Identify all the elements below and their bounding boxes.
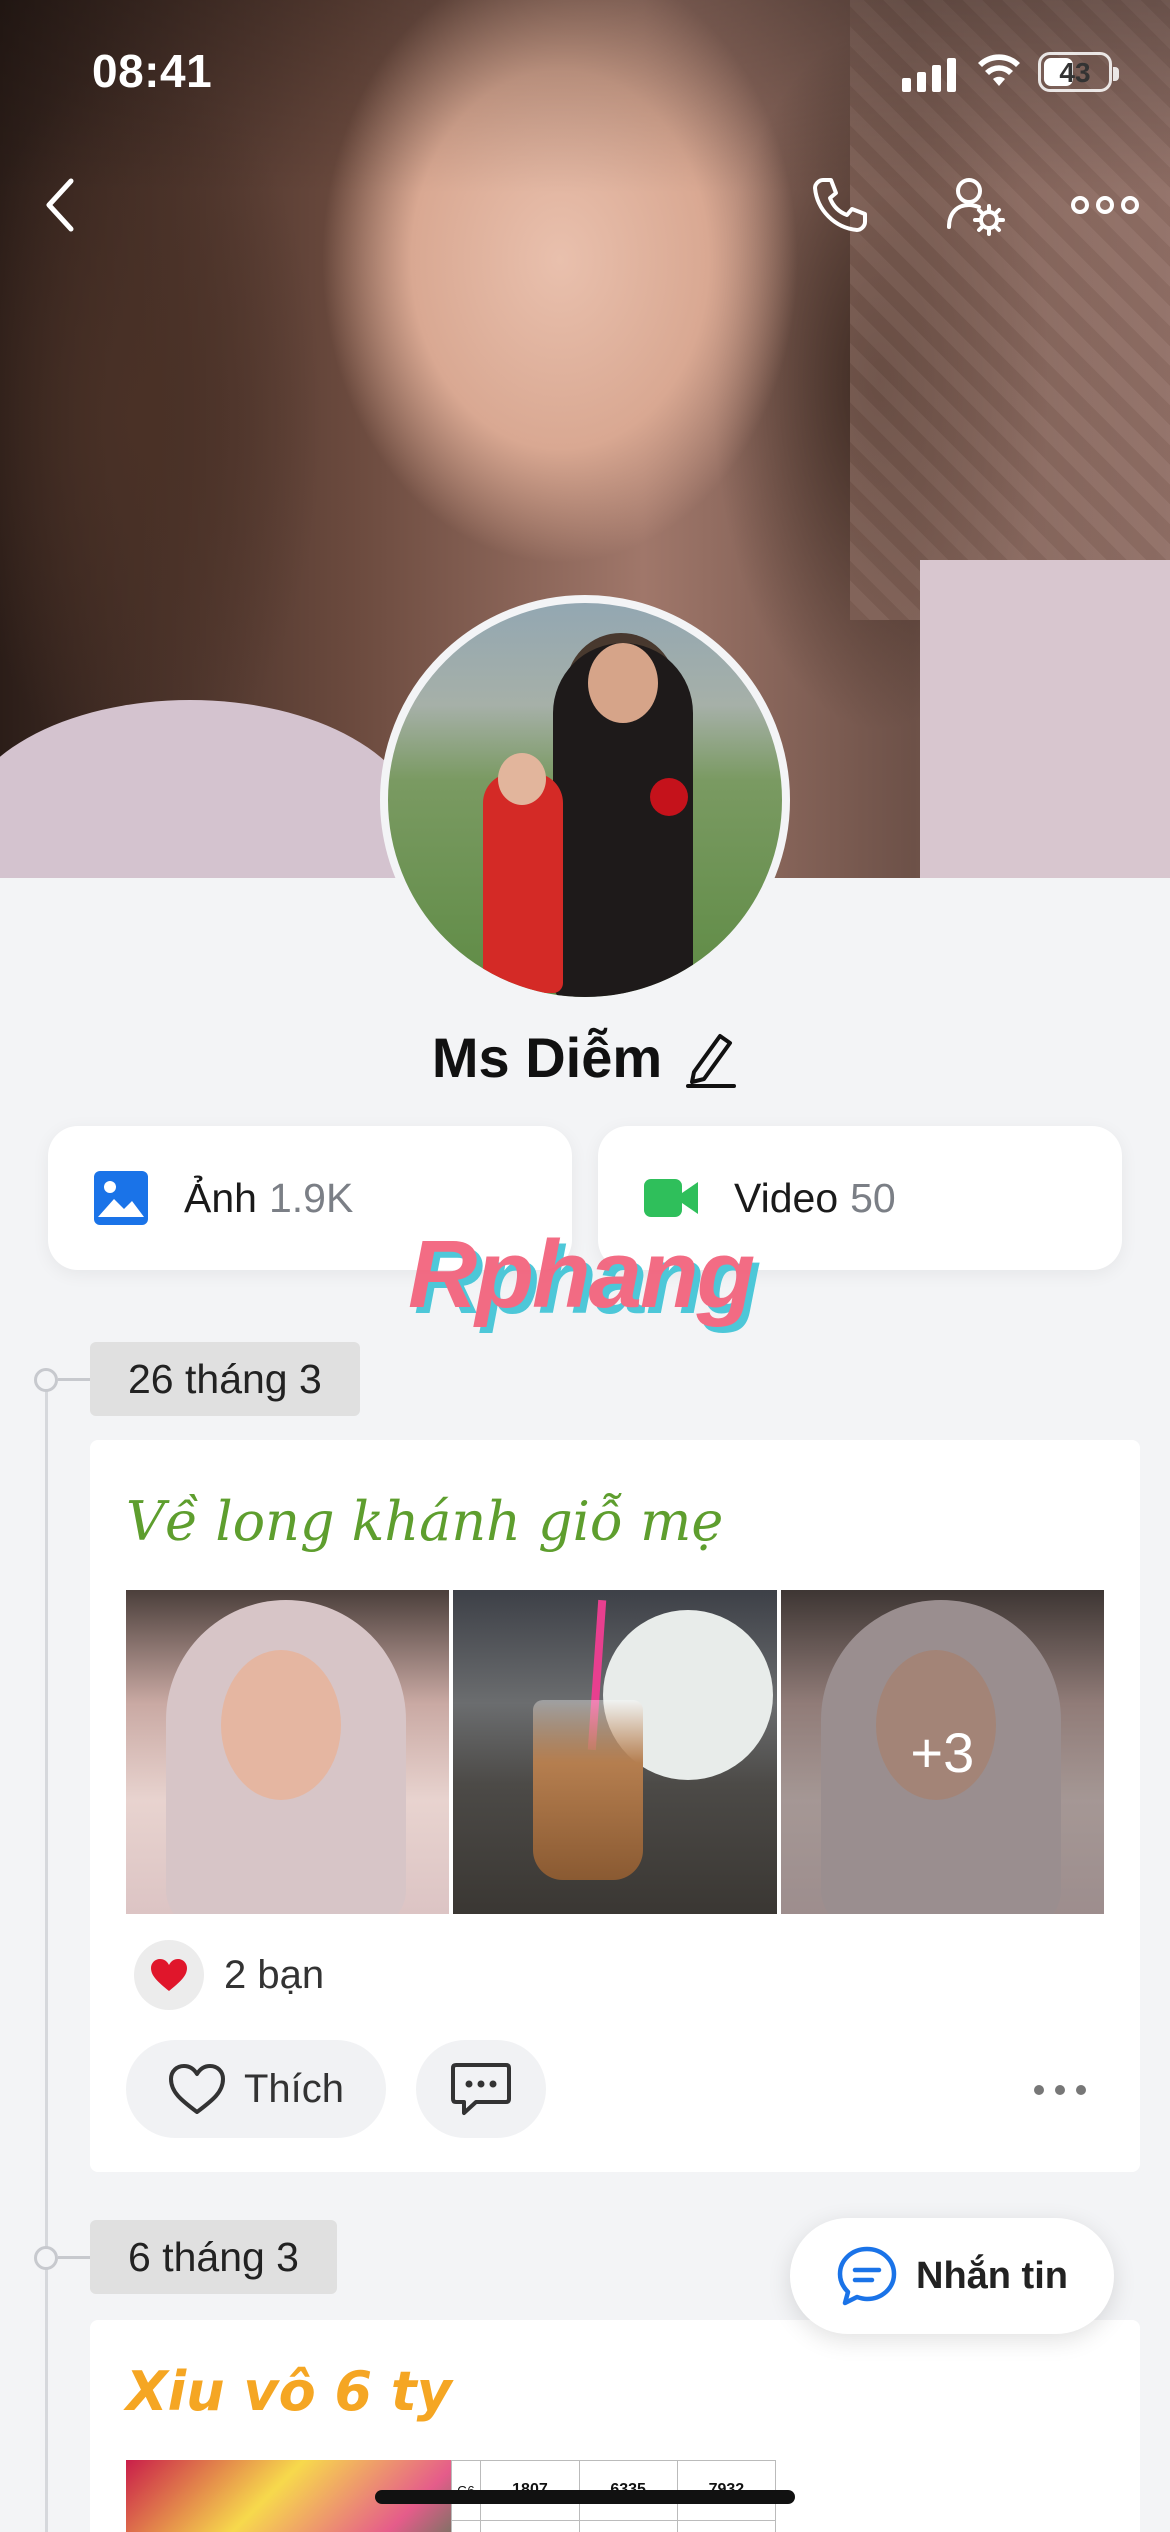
more-dots-icon — [1034, 2085, 1086, 2095]
status-bar: 08:41 43 — [0, 0, 1170, 150]
post-more-button[interactable] — [1030, 2070, 1090, 2110]
watermark: Rphang — [408, 1221, 755, 1328]
table-row: G5 6290 2474 7361 — [450, 2519, 777, 2532]
comment-button[interactable] — [416, 2040, 546, 2138]
call-button[interactable] — [800, 170, 880, 240]
profile-name-row: Ms Diễm — [0, 1025, 1170, 1090]
heart-outline-icon — [168, 2064, 225, 2114]
videos-label: Video — [734, 1174, 839, 1221]
post-photo[interactable] — [126, 1590, 450, 1914]
profile-name: Ms Diễm — [431, 1026, 663, 1089]
post-card[interactable]: Về long khánh giỗ mẹ +3 2 bạn Thích — [90, 1440, 1140, 2172]
post-photo-more[interactable]: +3 — [780, 1590, 1104, 1914]
reaction-summary[interactable]: 2 bạn — [134, 1940, 324, 2010]
profile-settings-button[interactable] — [935, 170, 1015, 240]
battery-level: 43 — [1059, 57, 1091, 88]
cellular-signal-icon — [902, 52, 956, 92]
table-cell: G5 — [450, 2519, 482, 2532]
like-label: Thích — [243, 2066, 345, 2111]
photos-label: Ảnh — [184, 1174, 257, 1221]
image-icon — [94, 1171, 148, 1225]
post-photo[interactable] — [453, 1590, 777, 1914]
user-gear-icon — [947, 178, 1005, 236]
table-cell: 6290 — [480, 2519, 580, 2532]
video-camera-icon — [644, 1179, 698, 1217]
home-indicator[interactable] — [375, 2490, 795, 2504]
message-label: Nhắn tin — [916, 2254, 1068, 2297]
more-dots-icon — [1071, 196, 1139, 214]
timeline-node — [34, 1368, 58, 1392]
comment-icon — [451, 2063, 511, 2115]
post-date-chip: 26 tháng 3 — [90, 1342, 360, 1416]
post-title: Xiu vô 6 ty — [126, 2360, 452, 2423]
more-photos-count: +3 — [910, 1720, 975, 1784]
reaction-count: 2 bạn — [224, 1952, 325, 1997]
message-button[interactable]: Nhắn tin — [790, 2218, 1114, 2334]
heart-reaction-icon — [134, 1940, 204, 2010]
post-title: Về long khánh giỗ mẹ — [126, 1490, 724, 1553]
post-photo-grid: +3 — [126, 1590, 1104, 1914]
phone-icon — [813, 178, 867, 232]
chevron-left-icon — [46, 178, 74, 232]
more-options-button[interactable] — [1065, 170, 1145, 240]
table-cell: 7361 — [676, 2519, 777, 2532]
post-date-chip: 6 tháng 3 — [90, 2220, 337, 2294]
timeline-node — [34, 2246, 58, 2270]
photos-count: 1.9K — [268, 1174, 354, 1221]
status-time: 08:41 — [92, 45, 213, 97]
wifi-icon — [978, 54, 1020, 86]
table-cell: 2474 — [578, 2519, 678, 2532]
chat-bubble-icon — [837, 2246, 897, 2306]
timeline-tick — [58, 2256, 90, 2259]
timeline-tick — [58, 1378, 90, 1381]
videos-count: 50 — [850, 1174, 896, 1221]
like-button[interactable]: Thích — [126, 2040, 386, 2138]
profile-avatar[interactable] — [380, 595, 790, 1005]
pencil-icon[interactable] — [684, 1028, 738, 1088]
battery-icon: 43 — [1038, 52, 1119, 92]
back-button[interactable] — [30, 170, 90, 240]
timeline-line — [45, 1380, 48, 2532]
